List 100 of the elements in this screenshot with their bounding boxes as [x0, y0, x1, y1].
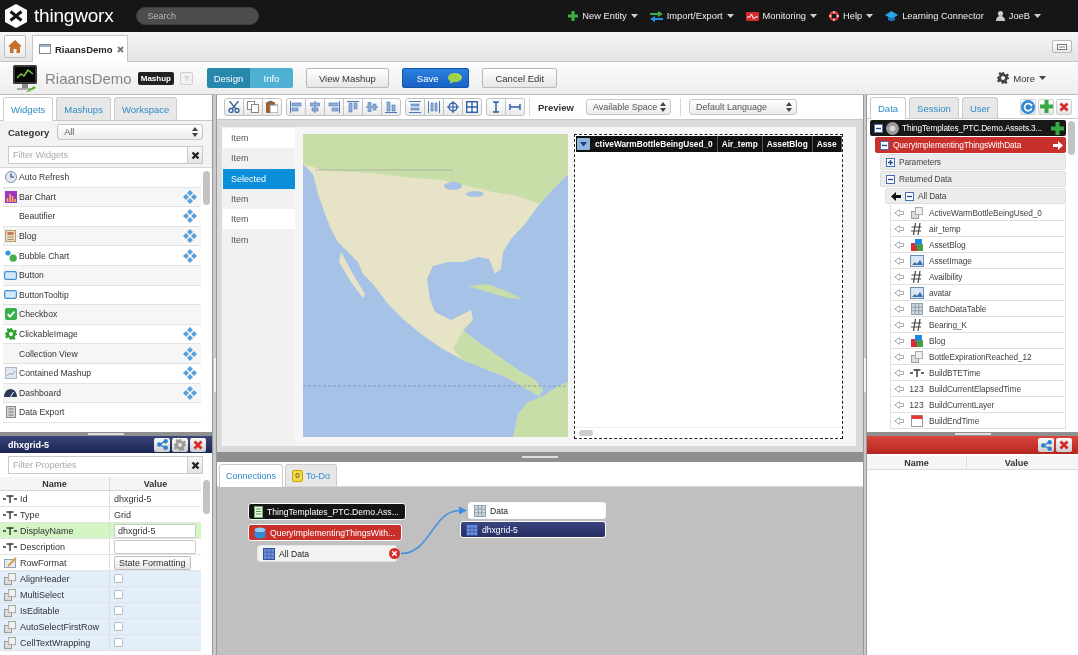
panel-tab[interactable]: Connections [219, 464, 284, 487]
property-row[interactable]: MultiSelect [0, 587, 201, 603]
menu-item[interactable]: JoeB [995, 11, 1041, 21]
list-item[interactable]: Item [223, 209, 295, 230]
property-row[interactable]: AlignHeader [0, 571, 201, 587]
tree-item[interactable]: All Data [885, 188, 1066, 204]
save-button[interactable]: Save [401, 68, 470, 88]
widget-node[interactable]: dhxgrid-5 [460, 521, 606, 538]
column-header[interactable]: AssetBlog [762, 136, 813, 152]
close-button[interactable] [190, 437, 206, 452]
menu-item[interactable]: Monitoring [745, 11, 817, 21]
property-row[interactable]: AutoSelectFirstRow [0, 619, 201, 635]
widget-item[interactable]: Collection View [3, 344, 201, 364]
widget-item[interactable]: Beautifier [3, 207, 201, 227]
service-node[interactable]: QueryImplementingThingsWith... [248, 524, 403, 541]
field-item[interactable]: 123 BuildCurrentLayer [890, 397, 1066, 413]
scrollbar-thumb[interactable] [1068, 121, 1075, 155]
data-node[interactable]: All Data [257, 545, 397, 562]
widget-item[interactable]: Auto Refresh [3, 168, 201, 188]
checkbox[interactable] [114, 638, 123, 647]
view-mashup-button[interactable]: View Mashup [305, 68, 389, 88]
column-header[interactable]: ctiveWarmBottleBeingUsed_0 [591, 136, 718, 152]
right-arrow-icon[interactable] [1053, 140, 1063, 150]
field-item[interactable]: BuildBTETime [890, 365, 1066, 381]
clear-button[interactable] [188, 456, 203, 474]
widget-item[interactable]: Blog [3, 226, 201, 247]
thing-node[interactable]: ThingTemplates_PTC.Demo.Ass... [248, 503, 406, 520]
align-bottom-button[interactable] [381, 98, 401, 116]
window-button[interactable] [1052, 40, 1072, 53]
distribute-vertical-button[interactable] [405, 98, 425, 116]
collapse-icon[interactable] [905, 191, 914, 201]
settings-button[interactable] [172, 437, 188, 452]
checkbox[interactable] [114, 590, 123, 599]
cancel-button[interactable]: Cancel Edit [482, 68, 558, 88]
align-top-button[interactable] [343, 98, 363, 116]
field-item[interactable]: BottleExpirationReached_12 [890, 349, 1066, 365]
splitter[interactable] [212, 95, 217, 655]
property-row[interactable]: Id dhxgrid-5 [0, 491, 201, 507]
checkbox[interactable] [114, 574, 123, 583]
filter-field[interactable]: Filter Widgets [8, 146, 188, 164]
widget-item[interactable]: Button [3, 265, 201, 286]
collapse-icon[interactable] [880, 140, 889, 150]
column-header[interactable]: Value [967, 456, 1066, 469]
field-item[interactable]: BatchDataTable [890, 301, 1066, 317]
splitter[interactable] [863, 95, 867, 655]
refresh-button[interactable] [1020, 98, 1036, 115]
plus-icon[interactable] [1051, 121, 1064, 135]
collapse-icon[interactable] [886, 174, 895, 184]
remove-icon[interactable] [389, 548, 400, 559]
expand-icon[interactable] [886, 157, 895, 167]
widget-item[interactable]: Bar Chart [3, 187, 201, 208]
grid-button[interactable] [462, 98, 482, 116]
data-node[interactable]: Data [468, 502, 606, 519]
add-button[interactable] [1038, 98, 1054, 115]
copy-button[interactable] [243, 98, 263, 116]
field-item[interactable]: BuildEndTime [890, 413, 1066, 429]
scrollbar-thumb[interactable] [203, 171, 210, 205]
cut-button[interactable] [224, 98, 244, 116]
align-right-button[interactable] [324, 98, 344, 116]
field-item[interactable]: avatar [890, 285, 1066, 301]
menu-item[interactable]: Help [829, 11, 874, 21]
thing-tree-item[interactable]: ThingTemplates_PTC.Demo.Assets.3... [870, 120, 1066, 136]
column-header[interactable]: Name [42, 478, 67, 489]
preview-select[interactable]: Available Space [585, 99, 671, 115]
property-row[interactable]: CellTextWrapping [0, 635, 201, 651]
menu-item[interactable]: Import/Export [649, 10, 734, 22]
mode-tab[interactable]: Design [206, 68, 250, 88]
widget-item[interactable]: Dashboard [3, 383, 201, 404]
checkbox[interactable] [114, 622, 123, 631]
widget-item[interactable]: Bubble Chart [3, 246, 201, 266]
column-header[interactable]: Asse [812, 136, 842, 152]
panel-tab[interactable]: 0 To-Do [285, 464, 338, 486]
share-button[interactable] [1038, 438, 1054, 452]
widget-item[interactable]: Checkbox [3, 305, 201, 325]
widget-item[interactable]: Contained Mashup [3, 363, 201, 384]
panel-tab[interactable]: Widgets [3, 97, 54, 121]
tree-item[interactable]: Returned Data [880, 171, 1066, 187]
field-item[interactable]: AssetImage [890, 253, 1066, 269]
service-tree-item[interactable]: QueryImplementingThingsWithData [875, 137, 1066, 153]
home-button[interactable] [4, 35, 26, 58]
scrollbar-thumb[interactable] [203, 480, 210, 514]
property-row[interactable]: IsEditable [0, 603, 201, 619]
share-button[interactable] [154, 437, 170, 452]
panel-tab[interactable]: Data [870, 97, 907, 119]
collapse-icon[interactable] [874, 123, 883, 133]
text-field[interactable] [114, 539, 196, 554]
property-button[interactable]: State Formatting [114, 555, 191, 570]
widget-item[interactable]: Data Export [3, 403, 201, 423]
close-icon[interactable] [116, 45, 124, 53]
paste-button[interactable] [262, 98, 282, 116]
align-center-button[interactable] [305, 98, 325, 116]
field-item[interactable]: AssetBlog [890, 237, 1066, 253]
language-select[interactable]: Default Language [688, 99, 797, 115]
center-button[interactable] [443, 98, 463, 116]
dropdown-icon[interactable] [577, 138, 590, 150]
close-button[interactable] [1056, 438, 1072, 452]
field-item[interactable]: Blog [890, 333, 1066, 349]
tree-item[interactable]: Parameters [880, 154, 1066, 170]
field-item[interactable]: 123 BuildCurrentElapsedTime [890, 381, 1066, 397]
align-left-button[interactable] [286, 98, 306, 116]
